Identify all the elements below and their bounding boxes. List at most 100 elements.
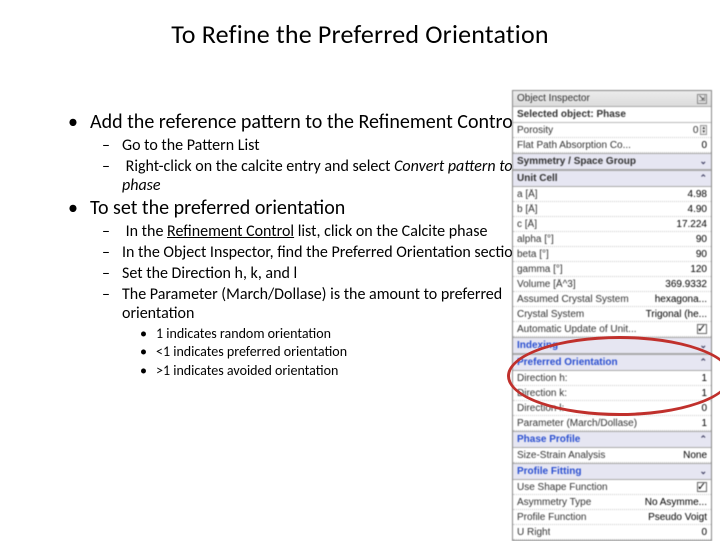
section-label: Indexing [517,340,558,351]
row-key: Porosity [517,125,553,136]
row-key: Parameter (March/Dollase) [517,418,637,429]
spinner-icon[interactable]: ▴▾ [700,125,707,135]
bullet-1b-pre: Right-click on the calcite entry and sel… [126,157,394,176]
chevron-up-icon: ⌃ [699,434,707,445]
bullet-2a-ul: Refinement Control [167,222,294,241]
chevron-up-icon: ⌃ [699,357,707,368]
bullet-2d: The Parameter (March/Dollase) is the amo… [68,285,526,323]
row-assumed-sys[interactable]: Assumed Crystal System hexagona... [513,292,711,307]
bullet-2d3: >1 indicates avoided orientation [68,363,526,380]
section-unit-cell[interactable]: Unit Cell ⌃ [513,170,711,187]
bullet-2c: Set the Direction h, k, and l [68,264,526,283]
row-key: U Right [517,527,550,538]
bullet-2: To set the preferred orientation [68,196,526,220]
row-value[interactable]: 17.224 [676,219,707,230]
row-key: alpha [°] [517,234,554,245]
section-label: Phase Profile [517,434,580,445]
checkbox-icon[interactable] [697,324,707,334]
row-value[interactable]: 0 [701,140,707,151]
row-value[interactable]: 120 [690,264,707,275]
row-beta[interactable]: beta [°] 90 [513,247,711,262]
row-b[interactable]: b [Å] 4.90 [513,202,711,217]
row-value[interactable]: 0 [701,403,707,414]
section-label: Symmetry / Space Group [517,156,636,167]
bullet-1: Add the reference pattern to the Refinem… [68,110,526,134]
section-preferred-orientation[interactable]: Preferred Orientation ⌃ [513,354,711,371]
bullet-2a-post: list, click on the Calcite phase [294,222,487,241]
row-key: c [Å] [517,219,537,230]
row-key: Assumed Crystal System [517,294,629,305]
object-inspector-panel: Object Inspector ⇲ Selected object: Phas… [512,90,712,541]
section-label: Unit Cell [517,173,558,184]
section-phase-profile[interactable]: Phase Profile ⌃ [513,431,711,448]
row-value[interactable]: 0 ▴▾ [693,125,707,136]
row-profile-fn[interactable]: Profile FunctionPseudo Voigt [513,510,711,525]
selected-object-label: Selected object: Phase [513,107,711,123]
content-body: Add the reference pattern to the Refinem… [26,100,526,380]
row-value[interactable]: No Asymme... [645,497,707,508]
row-c[interactable]: c [Å] 17.224 [513,217,711,232]
row-value[interactable]: 0 [701,527,707,538]
row-key: Volume [Å^3] [517,279,576,290]
chevron-down-icon: ⌄ [699,156,707,167]
row-porosity[interactable]: Porosity 0 ▴▾ [513,123,711,138]
bullet-2d2: <1 indicates preferred orientation [68,344,526,361]
row-key: Size-Strain Analysis [517,450,605,461]
row-u-right[interactable]: U Right 0 [513,525,711,540]
checkbox-icon[interactable] [697,482,707,492]
row-param-md[interactable]: Parameter (March/Dollase) 1 [513,416,711,431]
section-symmetry[interactable]: Symmetry / Space Group ⌄ [513,153,711,170]
panel-pin-icon[interactable]: ⇲ [697,94,707,104]
row-key: gamma [°] [517,264,563,275]
row-key: Direction l: [517,403,564,414]
row-value[interactable]: 369.9332 [665,279,707,290]
row-crystal-sys[interactable]: Crystal System Trigonal (he... [513,307,711,322]
section-profile-fitting[interactable]: Profile Fitting ⌄ [513,463,711,480]
bullet-2a: In the Refinement Control list, click on… [68,222,526,241]
row-flatpath[interactable]: Flat Path Absorption Co... 0 [513,138,711,153]
bullet-2a-pre: In the [126,222,167,241]
row-gamma[interactable]: gamma [°] 120 [513,262,711,277]
chevron-down-icon: ⌄ [699,466,707,477]
row-use-shape[interactable]: Use Shape Function [513,480,711,495]
row-value-text: 0 [693,125,699,136]
row-volume[interactable]: Volume [Å^3] 369.9332 [513,277,711,292]
row-key: a [Å] [517,189,538,200]
bullet-1b: Right-click on the calcite entry and sel… [68,157,526,195]
row-value[interactable]: 90 [696,234,707,245]
row-key: b [Å] [517,204,538,215]
row-key: Automatic Update of Unit... [517,324,637,335]
row-value[interactable]: Trigonal (he... [646,309,707,320]
section-label: Preferred Orientation [517,357,618,368]
section-label: Profile Fitting [517,466,581,477]
row-key: Direction k: [517,388,567,399]
row-auto-update[interactable]: Automatic Update of Unit... [513,322,711,337]
row-key: Use Shape Function [517,482,608,493]
chevron-down-icon: ⌄ [699,340,707,351]
row-value[interactable]: hexagona... [655,294,707,305]
row-alpha[interactable]: alpha [°] 90 [513,232,711,247]
row-dir-k[interactable]: Direction k: 1 [513,386,711,401]
row-value[interactable]: 90 [696,249,707,260]
row-value[interactable]: 4.90 [688,204,707,215]
row-asym-type[interactable]: Asymmetry TypeNo Asymme... [513,495,711,510]
section-indexing[interactable]: Indexing ⌄ [513,337,711,354]
bullet-1a: Go to the Pattern List [68,136,526,155]
chevron-up-icon: ⌃ [699,173,707,184]
row-value[interactable]: Pseudo Voigt [648,512,707,523]
slide: To Refine the Preferred Orientation Add … [0,0,720,540]
row-size-strain[interactable]: Size-Strain Analysis None [513,448,711,463]
row-a[interactable]: a [Å] 4.98 [513,187,711,202]
row-key: Crystal System [517,309,584,320]
row-key: beta [°] [517,249,549,260]
bullet-2b: In the Object Inspector, find the Prefer… [68,243,526,262]
row-value[interactable]: 1 [701,388,707,399]
row-key: Flat Path Absorption Co... [517,140,631,151]
bullet-2d1: 1 indicates random orientation [68,326,526,343]
row-dir-l[interactable]: Direction l: 0 [513,401,711,416]
row-value[interactable]: 1 [701,373,707,384]
row-value[interactable]: 1 [701,418,707,429]
row-value[interactable]: None [683,450,707,461]
row-dir-h[interactable]: Direction h:1 [513,371,711,386]
row-value[interactable]: 4.98 [688,189,707,200]
